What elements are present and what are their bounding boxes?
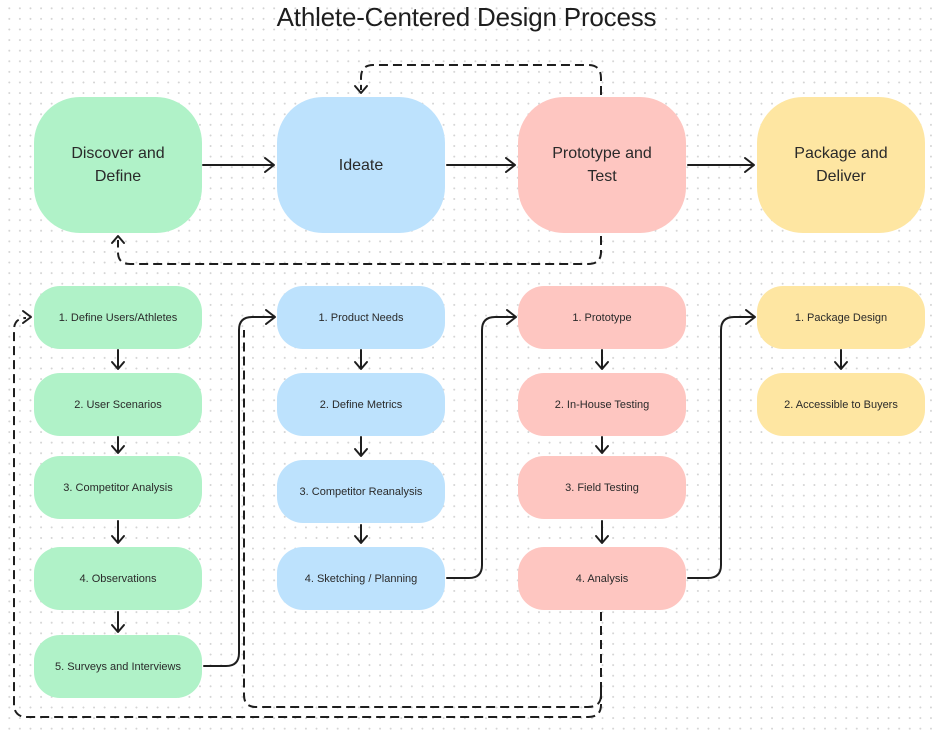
connector-analysis-to-package-design <box>687 309 756 579</box>
phase-label: Prototype and Test <box>552 145 652 185</box>
step-define-metrics[interactable]: 2. Define Metrics <box>277 373 445 436</box>
connector-sketching-to-prototype <box>446 309 517 579</box>
arrow-prototype-to-package <box>687 157 755 173</box>
step-analysis[interactable]: 4. Analysis <box>518 547 686 610</box>
step-label: 4. Observations <box>79 572 157 585</box>
step-label: 3. Competitor Reanalysis <box>299 485 423 498</box>
step-competitor-analysis[interactable]: 3. Competitor Analysis <box>34 456 202 519</box>
arrow-step-down <box>111 349 125 370</box>
step-label: 5. Surveys and Interviews <box>55 660 181 673</box>
step-in-house-testing[interactable]: 2. In-House Testing <box>518 373 686 436</box>
step-define-users[interactable]: 1. Define Users/Athletes <box>34 286 202 349</box>
phase-label: Ideate <box>338 156 384 174</box>
phase-ideate[interactable]: Ideate <box>277 97 445 233</box>
step-accessible-to-buyers[interactable]: 2. Accessible to Buyers <box>757 373 925 436</box>
step-label: 4. Sketching / Planning <box>304 572 418 585</box>
step-label: 2. Accessible to Buyers <box>784 398 898 411</box>
step-package-design[interactable]: 1. Package Design <box>757 286 925 349</box>
step-label: 3. Competitor Analysis <box>63 481 173 494</box>
dashed-feedback-prototype-to-ideate <box>360 64 602 95</box>
connector-surveys-to-product-needs <box>203 309 276 667</box>
step-product-needs[interactable]: 1. Product Needs <box>277 286 445 349</box>
step-label: 2. In-House Testing <box>554 398 650 411</box>
arrowhead-ideate <box>354 85 368 94</box>
arrow-step-down <box>595 436 609 454</box>
arrow-step-down <box>354 436 368 457</box>
phase-package-and-deliver[interactable]: Package and Deliver <box>757 97 925 233</box>
phase-prototype-and-test[interactable]: Prototype and Test <box>518 97 686 233</box>
arrowhead-discover <box>111 235 125 244</box>
step-sketching-planning[interactable]: 4. Sketching / Planning <box>277 547 445 610</box>
step-label: 2. Define Metrics <box>319 398 403 411</box>
dashed-feedback-prototype-to-discover <box>117 236 602 265</box>
arrow-step-down <box>111 436 125 454</box>
arrow-step-down <box>111 520 125 544</box>
arrow-step-down <box>354 524 368 544</box>
phase-label: Package and Deliver <box>794 145 888 185</box>
arrow-step-down <box>111 611 125 633</box>
step-observations[interactable]: 4. Observations <box>34 547 202 610</box>
step-competitor-reanalysis[interactable]: 3. Competitor Reanalysis <box>277 460 445 523</box>
step-user-scenarios[interactable]: 2. User Scenarios <box>34 373 202 436</box>
arrow-step-down <box>354 349 368 370</box>
diagram-title: Athlete-Centered Design Process <box>276 2 657 32</box>
step-surveys-and-interviews[interactable]: 5. Surveys and Interviews <box>34 635 202 698</box>
step-label: 1. Define Users/Athletes <box>58 311 178 324</box>
step-label: 1. Prototype <box>572 311 632 324</box>
phase-label: Discover and Define <box>71 145 165 185</box>
arrow-ideate-to-prototype <box>446 157 516 173</box>
arrow-step-down <box>595 520 609 544</box>
step-label: 4. Analysis <box>575 572 629 585</box>
phase-discover-and-define[interactable]: Discover and Define <box>34 97 202 233</box>
step-prototype[interactable]: 1. Prototype <box>518 286 686 349</box>
step-label: 1. Package Design <box>794 311 888 324</box>
arrow-step-down <box>834 349 848 370</box>
step-field-testing[interactable]: 3. Field Testing <box>518 456 686 519</box>
step-label: 3. Field Testing <box>565 481 639 494</box>
arrow-discover-to-ideate <box>202 157 275 173</box>
arrowhead-define-users <box>22 310 32 324</box>
arrow-step-down <box>595 349 609 370</box>
step-label: 1. Product Needs <box>318 311 404 324</box>
step-label: 2. User Scenarios <box>74 398 162 411</box>
